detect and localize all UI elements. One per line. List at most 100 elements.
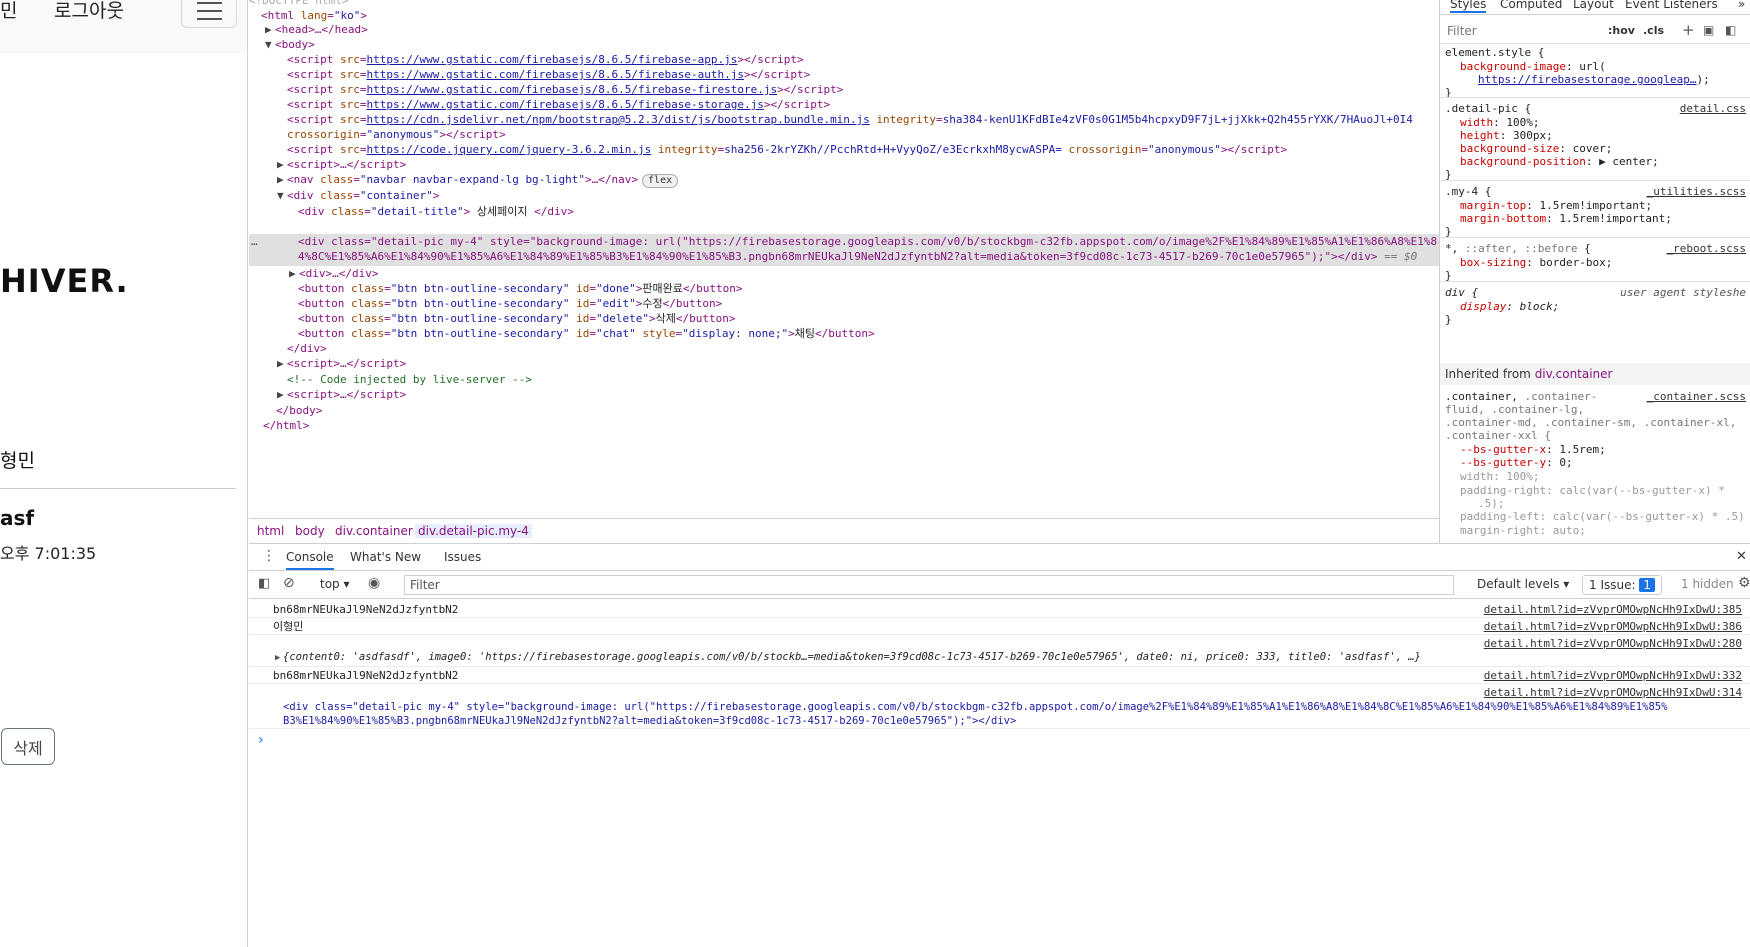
breadcrumb-detail-pic[interactable]: div.detail-pic.my-4 [415, 524, 532, 538]
sidebar-toggle-icon[interactable]: ◧ [258, 576, 270, 591]
breadcrumb-html[interactable]: html [257, 524, 284, 538]
selected-line-2: 4%8C%E1%85%A6%E1%84%90%E1%85%A6%E1%84%89… [298, 250, 1418, 263]
script-collapsed-node[interactable]: ▶ <script>…</script> [277, 356, 406, 372]
nav-node[interactable]: ▶ <nav class="navbar navbar-expand-lg bg-… [277, 172, 679, 188]
breadcrumb: html body div.container div.detail-pic.m… [249, 518, 1439, 543]
gear-icon[interactable]: ⚙ [1738, 575, 1750, 591]
margin-right-decl: margin-right: auto; [1460, 524, 1586, 537]
edit-button-node[interactable]: <button class="btn btn-outline-secondary… [298, 296, 722, 312]
crossorigin-line: crossorigin="anonymous"></script> [287, 128, 506, 141]
reboot-scss-link[interactable]: _reboot.scss [1667, 242, 1746, 256]
eye-icon[interactable]: ◉ [368, 575, 380, 591]
bootstrap-script-node[interactable]: <script src=https://cdn.jsdelivr.net/npm… [287, 112, 1413, 128]
jquery-script-node[interactable]: <script src=https://code.jquery.com/jque… [287, 142, 1287, 158]
utilities-scss-link[interactable]: _utilities.scss [1647, 185, 1746, 199]
my4-rule: .my-4 { [1445, 185, 1492, 198]
bs-gutter-x-decl: --bs-gutter-x: 1.5rem; [1460, 443, 1606, 456]
body-node[interactable]: ▼ <body> [265, 37, 315, 53]
inherited-from-link[interactable]: div.container [1535, 367, 1613, 381]
drawer-menu-icon[interactable]: ⋮ [262, 548, 276, 564]
detail-title-node[interactable]: <div class="detail-title"> 상세페이지 </div> [298, 204, 574, 220]
expand-object-icon[interactable]: ▶ [275, 651, 280, 666]
delete-button[interactable]: 삭제 [1, 728, 55, 765]
div-close-line: </div> [287, 342, 327, 355]
console-filter-input[interactable]: Filter [404, 575, 1454, 595]
chat-button-node[interactable]: <button class="btn btn-outline-secondary… [298, 326, 875, 342]
delete-button-node[interactable]: <button class="btn btn-outline-secondary… [298, 311, 736, 327]
container-scss-link[interactable]: _container.scss [1647, 390, 1746, 404]
context-selector[interactable]: top ▾ [320, 577, 350, 591]
bg-size-decl: background-size: cover; [1460, 142, 1613, 155]
element-style-rule: element.style { [1445, 46, 1545, 59]
tab-whats-new[interactable]: What's New [350, 550, 421, 564]
collapse-triangle-icon[interactable]: ▼ [265, 37, 275, 53]
container-node[interactable]: ▼ <div class="container"> [277, 188, 439, 204]
source-link[interactable]: detail.html?id=zVvprOMOwpNcHh9IxDwU:280 [1484, 636, 1742, 651]
bs-gutter-y-decl: --bs-gutter-y: 0; [1460, 456, 1573, 469]
navbar: 민 로그아웃 [0, 0, 247, 53]
source-link[interactable]: detail.html?id=zVvprOMOwpNcHh9IxDwU:332 [1484, 668, 1742, 683]
hamburger-icon [197, 2, 222, 4]
detail-css-link[interactable]: detail.css [1680, 102, 1746, 116]
navbar-toggler-button[interactable] [181, 0, 237, 28]
console-message: 이형민 detail.html?id=zVvprOMOwpNcHh9IxDwU:… [249, 618, 1750, 635]
expand-triangle-icon[interactable]: ▶ [265, 22, 275, 38]
styles-pane: Styles Computed Layout Event Listeners »… [1439, 0, 1750, 543]
ua-stylesheet-label: user agent styleshe [1620, 286, 1746, 299]
breadcrumb-container[interactable]: div.container [335, 524, 413, 538]
bg-image-decl: background-image: url( [1460, 60, 1606, 73]
tab-console[interactable]: Console [286, 550, 334, 570]
hidden-count: 1 hidden [1681, 577, 1734, 591]
source-link[interactable]: detail.html?id=zVvprOMOwpNcHh9IxDwU:386 [1484, 619, 1742, 634]
console-object-message[interactable]: detail.html?id=zVvprOMOwpNcHh9IxDwU:280 … [249, 635, 1750, 667]
styles-filter-bar: Filter :hov .cls + ▣ ◧ [1440, 20, 1750, 44]
cls-toggle[interactable]: .cls [1643, 24, 1664, 37]
tab-styles[interactable]: Styles [1450, 0, 1487, 13]
script-collapsed-node[interactable]: ▶ <script>…</script> [277, 387, 406, 403]
tab-computed[interactable]: Computed [1500, 0, 1562, 11]
sidebar-toggle-icon[interactable]: ◧ [1725, 23, 1736, 37]
source-link[interactable]: detail.html?id=zVvprOMOwpNcHh9IxDwU:385 [1484, 602, 1742, 617]
div-collapsed-node[interactable]: ▶ <div>…</div> [289, 266, 378, 282]
script-collapsed-node[interactable]: ▶ <script>…</script> [277, 157, 406, 173]
styles-filter-input[interactable]: Filter [1447, 24, 1477, 38]
console-prompt[interactable]: › [258, 732, 264, 748]
add-rule-icon[interactable]: + [1682, 21, 1695, 39]
brand-title: HIVER. [0, 262, 129, 300]
head-node[interactable]: ▶ <head>…</head> [265, 22, 368, 38]
hov-toggle[interactable]: :hov [1608, 24, 1635, 37]
box-sizing-decl: box-sizing: border-box; [1460, 256, 1613, 269]
bg-image-url[interactable]: https://firebasestorage.googleap…); [1478, 73, 1710, 87]
product-date: 오후 7:01:35 [0, 544, 97, 563]
logout-link[interactable]: 로그아웃 [54, 0, 124, 23]
tab-event-listeners[interactable]: Event Listeners [1625, 0, 1718, 11]
flex-badge[interactable]: flex [642, 174, 679, 188]
script-node[interactable]: <script src=https://www.gstatic.com/fire… [287, 82, 843, 98]
elements-tree: <!DOCTYPE html> <html lang="ko"> ▶ <head>… [249, 0, 1439, 518]
hamburger-icon-bar [197, 10, 222, 12]
div-ua-rule: div { [1445, 286, 1479, 299]
breadcrumb-body[interactable]: body [295, 524, 325, 538]
universal-rule: *, ::after, ::before { [1445, 242, 1591, 255]
source-link[interactable]: detail.html?id=zVvprOMOwpNcHh9IxDwU:314 [1484, 685, 1742, 700]
devtools-panel: <!DOCTYPE html> <html lang="ko"> ▶ <head>… [249, 0, 1750, 947]
script-node[interactable]: <script src=https://www.gstatic.com/fire… [287, 67, 810, 83]
console-element-message[interactable]: detail.html?id=zVvprOMOwpNcHh9IxDwU:314 … [249, 684, 1750, 729]
clear-console-icon[interactable]: ⊘ [283, 575, 295, 591]
tab-issues[interactable]: Issues [444, 550, 481, 564]
selected-node-row[interactable]: … <div class="detail-pic my-4" style="ba… [249, 234, 1439, 266]
console-message: bn68mrNEUkaJl9NeN2dJzfyntbN2 detail.html… [249, 667, 1750, 684]
tab-layout[interactable]: Layout [1573, 0, 1614, 11]
paint-icon[interactable]: ▣ [1703, 23, 1714, 37]
close-drawer-icon[interactable]: ✕ [1736, 549, 1747, 564]
ellipsis-icon[interactable]: … [251, 234, 258, 250]
selected-line-1: <div class="detail-pic my-4" style="back… [298, 235, 1438, 248]
nav-link-partial[interactable]: 민 [0, 0, 17, 23]
more-tabs-icon[interactable]: » [1738, 0, 1745, 11]
script-node[interactable]: <script src=https://www.gstatic.com/fire… [287, 97, 830, 113]
done-button-node[interactable]: <button class="btn btn-outline-secondary… [298, 281, 743, 297]
script-node[interactable]: <script src=https://www.gstatic.com/fire… [287, 52, 804, 68]
log-levels-dropdown[interactable]: Default levels ▾ [1477, 577, 1569, 591]
divider [0, 488, 236, 489]
issues-counter[interactable]: 1 Issue: 1 [1582, 575, 1662, 595]
